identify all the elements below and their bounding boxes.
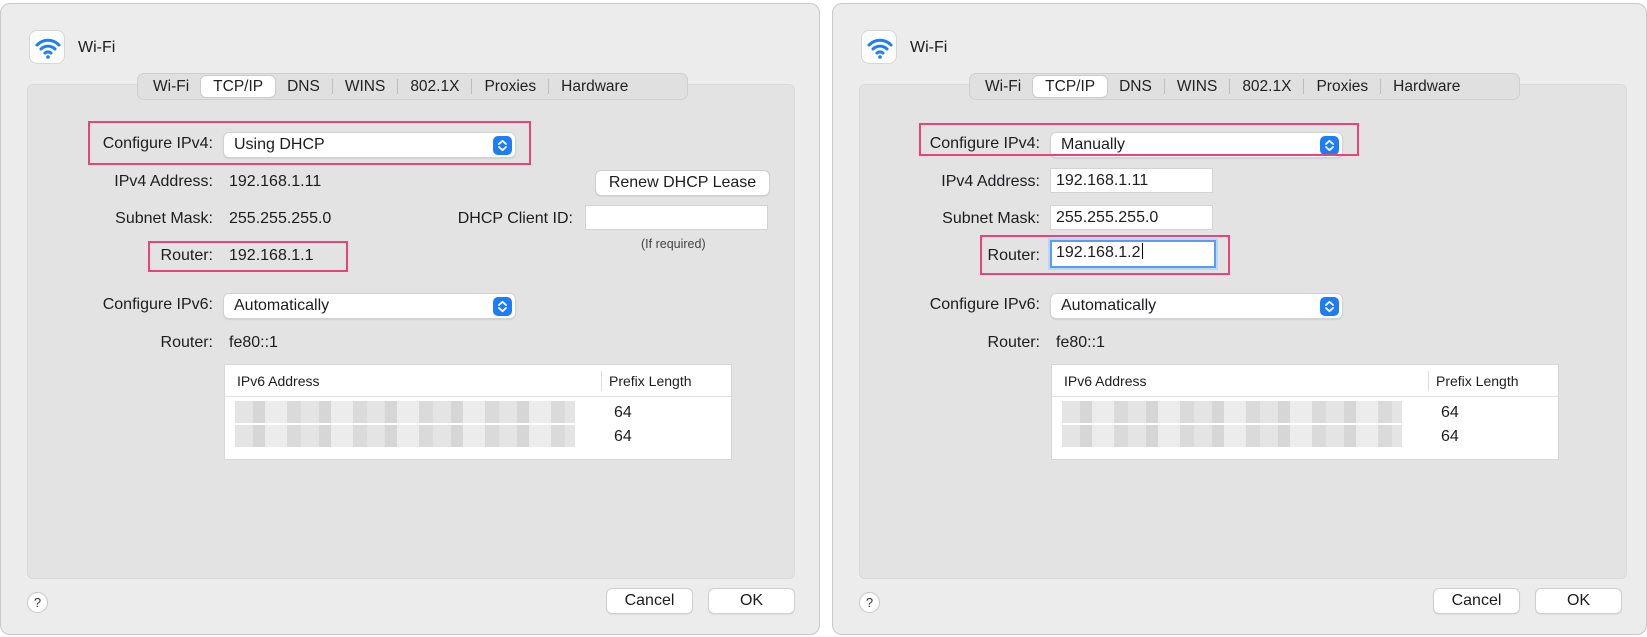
ipv6-router-label: Router: <box>160 334 213 351</box>
ipv4-address-label: IPv4 Address: <box>114 173 213 190</box>
tab-bar: Wi-Fi TCP/IP DNS WINS 802.1X Proxies Har… <box>969 73 1520 100</box>
window-title: Wi-Fi <box>78 39 116 56</box>
column-header-ipv6-address[interactable]: IPv6 Address <box>1064 373 1147 389</box>
tab-dns[interactable]: DNS <box>1107 76 1164 97</box>
column-header-ipv6-address[interactable]: IPv6 Address <box>237 373 320 389</box>
configure-ipv6-value: Automatically <box>1061 297 1157 314</box>
tab-tcpip[interactable]: TCP/IP <box>1033 76 1108 97</box>
ipv6-address-table: IPv6 Address Prefix Length 64 64 <box>224 364 732 460</box>
column-divider <box>1428 371 1429 391</box>
router-field-value: 192.168.1.2 <box>1056 244 1141 261</box>
column-divider <box>601 371 602 391</box>
dhcp-client-id-hint: (If required) <box>641 237 706 251</box>
cancel-button[interactable]: Cancel <box>606 588 693 614</box>
chevron-up-down-icon <box>493 297 512 316</box>
blurred-ipv6-address <box>1062 401 1402 423</box>
tab-wins[interactable]: WINS <box>1165 76 1229 97</box>
router-field[interactable]: 192.168.1.2 <box>1050 240 1216 268</box>
ipv4-address-field[interactable]: 192.168.1.11 <box>1050 168 1213 193</box>
configure-ipv4-popup[interactable]: Manually <box>1050 132 1343 158</box>
ipv4-address-value: 192.168.1.11 <box>229 173 322 190</box>
chevron-up-down-icon <box>1320 297 1339 316</box>
tab-tcpip[interactable]: TCP/IP <box>201 76 276 97</box>
table-header: IPv6 Address Prefix Length <box>225 365 731 397</box>
configure-ipv4-popup[interactable]: Using DHCP <box>223 132 516 158</box>
router-label: Router: <box>160 247 213 264</box>
configure-ipv6-label: Configure IPv6: <box>102 296 213 313</box>
subnet-mask-label: Subnet Mask: <box>942 210 1040 227</box>
tab-8021x[interactable]: 802.1X <box>1230 76 1303 97</box>
column-header-prefix-length[interactable]: Prefix Length <box>1436 373 1519 389</box>
wifi-icon <box>29 30 65 64</box>
router-value: 192.168.1.1 <box>229 247 314 264</box>
ok-button[interactable]: OK <box>1535 588 1622 614</box>
ipv6-router-value: fe80::1 <box>229 334 278 351</box>
tab-hardware[interactable]: Hardware <box>549 76 640 97</box>
ipv6-router-value: fe80::1 <box>1056 334 1105 351</box>
tab-wins[interactable]: WINS <box>333 76 397 97</box>
ipv6-router-label: Router: <box>987 334 1040 351</box>
tab-wifi[interactable]: Wi-Fi <box>141 76 201 97</box>
ipv6-address-table: IPv6 Address Prefix Length 64 64 <box>1051 364 1559 460</box>
tcpip-panel <box>27 84 795 579</box>
tab-proxies[interactable]: Proxies <box>1304 76 1380 97</box>
prefix-length-cell: 64 <box>614 428 632 445</box>
subnet-mask-field[interactable]: 255.255.255.0 <box>1050 205 1213 230</box>
tab-wifi[interactable]: Wi-Fi <box>973 76 1033 97</box>
configure-ipv4-value: Using DHCP <box>234 136 325 153</box>
tab-proxies[interactable]: Proxies <box>472 76 548 97</box>
configure-ipv4-label: Configure IPv4: <box>102 135 213 152</box>
renew-dhcp-lease-button[interactable]: Renew DHCP Lease <box>595 170 770 196</box>
configure-ipv6-label: Configure IPv6: <box>929 296 1040 313</box>
ok-button[interactable]: OK <box>708 588 795 614</box>
chevron-up-down-icon <box>1320 136 1339 155</box>
subnet-mask-value: 255.255.255.0 <box>229 210 332 227</box>
table-header: IPv6 Address Prefix Length <box>1052 365 1558 397</box>
text-cursor <box>1141 243 1143 259</box>
chevron-up-down-icon <box>493 136 512 155</box>
tab-8021x[interactable]: 802.1X <box>398 76 471 97</box>
configure-ipv6-popup[interactable]: Automatically <box>223 293 516 319</box>
ipv4-address-label: IPv4 Address: <box>941 173 1040 190</box>
wifi-dialog-manual: Wi-Fi Wi-Fi TCP/IP DNS WINS 802.1X Proxi… <box>832 3 1647 635</box>
tab-dns[interactable]: DNS <box>275 76 332 97</box>
configure-ipv4-label: Configure IPv4: <box>929 135 1040 152</box>
help-button[interactable]: ? <box>859 592 880 613</box>
blurred-ipv6-address <box>235 401 575 423</box>
window-title: Wi-Fi <box>910 39 948 56</box>
configure-ipv6-popup[interactable]: Automatically <box>1050 293 1343 319</box>
configure-ipv6-value: Automatically <box>234 297 330 314</box>
wifi-dialog-dhcp: Wi-Fi Wi-Fi TCP/IP DNS WINS 802.1X Proxi… <box>0 3 820 635</box>
column-header-prefix-length[interactable]: Prefix Length <box>609 373 692 389</box>
dhcp-client-id-label: DHCP Client ID: <box>457 210 573 227</box>
subnet-mask-label: Subnet Mask: <box>115 210 213 227</box>
blurred-ipv6-address <box>235 425 575 447</box>
prefix-length-cell: 64 <box>1441 404 1459 421</box>
prefix-length-cell: 64 <box>614 404 632 421</box>
tcpip-panel <box>859 84 1627 579</box>
tab-hardware[interactable]: Hardware <box>1381 76 1472 97</box>
configure-ipv4-value: Manually <box>1061 136 1126 153</box>
prefix-length-cell: 64 <box>1441 428 1459 445</box>
blurred-ipv6-address <box>1062 425 1402 447</box>
wifi-icon <box>861 30 897 64</box>
help-button[interactable]: ? <box>27 592 48 613</box>
cancel-button[interactable]: Cancel <box>1433 588 1520 614</box>
router-label: Router: <box>987 247 1040 264</box>
dhcp-client-id-field[interactable] <box>585 205 768 230</box>
tab-bar: Wi-Fi TCP/IP DNS WINS 802.1X Proxies Har… <box>137 73 688 100</box>
